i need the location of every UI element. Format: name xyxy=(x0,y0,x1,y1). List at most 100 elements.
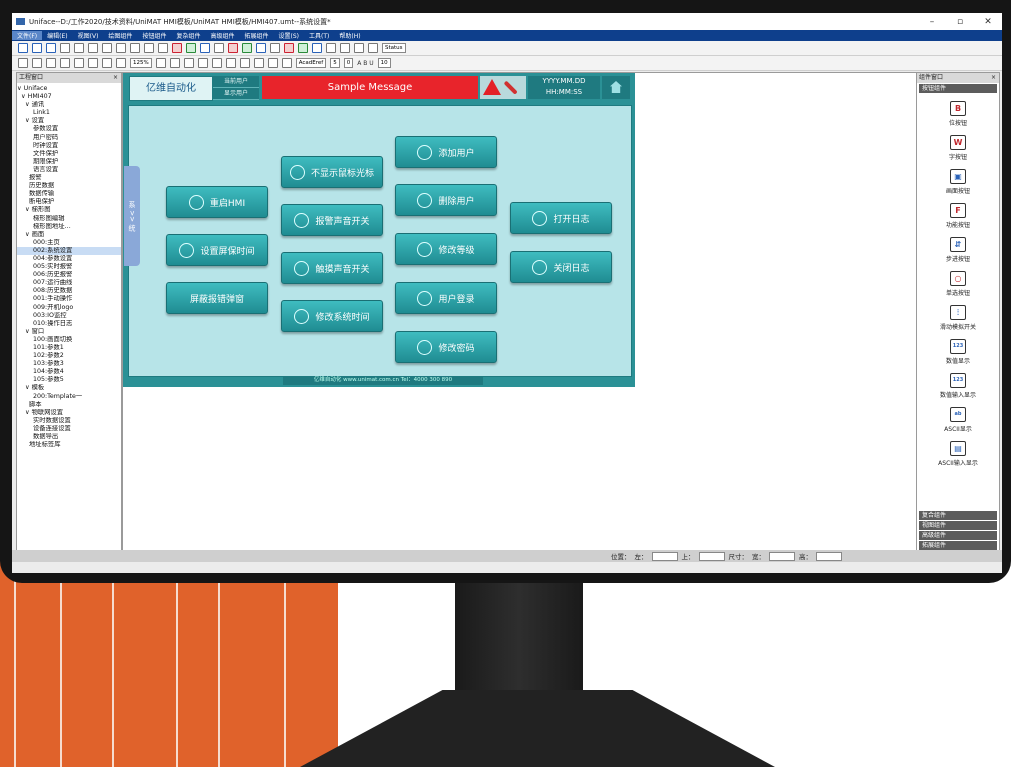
redo-icon[interactable] xyxy=(74,43,84,53)
menu-settings[interactable]: 设置(S) xyxy=(274,31,305,40)
grid-icon[interactable] xyxy=(270,43,280,53)
close-log-button[interactable]: 关闭日志 xyxy=(510,251,612,283)
line-width-select[interactable]: 0 xyxy=(343,58,354,68)
distribute-icon[interactable] xyxy=(267,58,278,68)
tree-item[interactable]: ∨ 物联网设置 xyxy=(17,409,121,417)
tree-item[interactable]: 007:运行曲线 xyxy=(17,279,121,287)
download-icon[interactable] xyxy=(200,43,210,53)
component-item[interactable]: 123 数值显示 xyxy=(917,339,999,365)
component-item[interactable]: W 字按钮 xyxy=(917,135,999,161)
same-size-icon[interactable] xyxy=(281,58,292,68)
tree-item[interactable]: 用户密码 xyxy=(17,134,121,142)
screensaver-button[interactable]: 设置屏保时间 xyxy=(166,234,268,266)
component-item[interactable]: ▣ 画面按钮 xyxy=(917,169,999,195)
home-button[interactable] xyxy=(602,76,630,99)
fill-icon[interactable] xyxy=(116,58,126,68)
monitor-icon[interactable] xyxy=(312,43,322,53)
tree-item[interactable]: 103:参数3 xyxy=(17,360,121,368)
tree-item[interactable]: 101:参数1 xyxy=(17,344,121,352)
component-item[interactable]: ab ASCII显示 xyxy=(917,407,999,433)
tree-item[interactable]: ∨ 模板 xyxy=(17,384,121,392)
component-item[interactable]: F 功能按钮 xyxy=(917,203,999,229)
tree-item[interactable]: 语言设置 xyxy=(17,166,121,174)
tree-item[interactable]: 梯形图地址… xyxy=(17,223,121,231)
chart-icon[interactable] xyxy=(242,43,252,53)
open-icon[interactable] xyxy=(32,43,42,53)
tree-item[interactable]: 005:实时报警 xyxy=(17,263,121,271)
component-item[interactable]: B 位按钮 xyxy=(917,101,999,127)
tree-item[interactable]: ∨ 画面 xyxy=(17,231,121,239)
tree-item[interactable]: ∨ 通讯 xyxy=(17,101,121,109)
cut-icon[interactable] xyxy=(88,43,98,53)
line-icon[interactable] xyxy=(18,58,28,68)
tree-item[interactable]: 104:参数4 xyxy=(17,368,121,376)
tree-item[interactable]: 期限保护 xyxy=(17,158,121,166)
new-icon[interactable] xyxy=(18,43,28,53)
text-icon[interactable] xyxy=(88,58,98,68)
menu-button-components[interactable]: 按钮组件 xyxy=(137,31,171,40)
menu-tools[interactable]: 工具(T) xyxy=(304,31,334,40)
zoom-select[interactable]: 125% xyxy=(130,58,152,68)
component-item[interactable]: ⇵ 步进按钮 xyxy=(917,237,999,263)
paste-icon[interactable] xyxy=(116,43,126,53)
tree-item[interactable]: ∨ 梯形图 xyxy=(17,206,121,214)
tree-item[interactable]: ∨ Uniface xyxy=(17,85,121,93)
record-icon[interactable] xyxy=(284,43,294,53)
menu-file[interactable]: 文件(F) xyxy=(12,31,43,40)
tree-item[interactable]: 脚本 xyxy=(17,401,121,409)
align-center-icon[interactable] xyxy=(169,58,180,68)
add-user-button[interactable]: 添加用户 xyxy=(395,136,497,168)
tree-item[interactable]: 000:主页 xyxy=(17,239,121,247)
tree-item[interactable]: 文件保护 xyxy=(17,150,121,158)
tree-item[interactable]: 003:IO监控 xyxy=(17,312,121,320)
hide-cursor-button[interactable]: 不显示鼠标光标 xyxy=(281,156,383,188)
tree-item[interactable]: 梯形图编辑 xyxy=(17,215,121,223)
tree-item[interactable]: 009:开机logo xyxy=(17,304,121,312)
modify-password-button[interactable]: 修改密码 xyxy=(395,331,497,363)
system-side-tab[interactable]: 系 >> 统 xyxy=(124,166,140,266)
tree-item[interactable]: 数据导出 xyxy=(17,433,121,441)
tree-item[interactable]: 100:画面切换 xyxy=(17,336,121,344)
font-select[interactable]: AcadEref xyxy=(295,58,327,68)
polygon-icon[interactable] xyxy=(74,58,84,68)
undo-icon[interactable] xyxy=(60,43,70,53)
align-left-icon[interactable] xyxy=(155,58,166,68)
section-button-components[interactable]: 按钮组件 xyxy=(919,84,997,93)
tree-item[interactable]: 010:操作日志 xyxy=(17,320,121,328)
tree-item[interactable]: ∨ 窗口 xyxy=(17,328,121,336)
arc-icon[interactable] xyxy=(32,58,42,68)
close-button[interactable]: ✕ xyxy=(974,17,1002,27)
category-item[interactable]: 高级组件 xyxy=(919,531,997,540)
align-right-icon[interactable] xyxy=(183,58,194,68)
menu-advanced[interactable]: 高级组件 xyxy=(205,31,239,40)
system-time-button[interactable]: 修改系统时间 xyxy=(281,300,383,332)
category-item[interactable]: 拓展组件 xyxy=(919,541,997,550)
tools-icon[interactable] xyxy=(326,43,336,53)
menu-help[interactable]: 帮助(H) xyxy=(334,31,365,40)
tree-item[interactable]: 时钟设置 xyxy=(17,142,121,150)
maximize-button[interactable]: ▫ xyxy=(946,17,974,27)
copy-icon[interactable] xyxy=(102,43,112,53)
touch-sound-button[interactable]: 触摸声音开关 xyxy=(281,252,383,284)
back-icon[interactable] xyxy=(253,58,264,68)
tree-item[interactable]: 地址标签库 xyxy=(17,441,121,449)
tree-item[interactable]: 004:参数设置 xyxy=(17,255,121,263)
zoom-icon[interactable] xyxy=(130,43,140,53)
tree-item[interactable]: 报警 xyxy=(17,174,121,182)
tree-item[interactable]: 006:历史报警 xyxy=(17,271,121,279)
tree-item[interactable]: 设备连接设置 xyxy=(17,425,121,433)
group-icon[interactable] xyxy=(211,58,222,68)
image-icon[interactable] xyxy=(102,58,112,68)
size-select[interactable]: 10 xyxy=(377,58,391,68)
open-log-button[interactable]: 打开日志 xyxy=(510,202,612,234)
tree-item[interactable]: Link1 xyxy=(17,109,121,117)
tree-item[interactable]: 数据传输 xyxy=(17,190,121,198)
layers-icon[interactable] xyxy=(354,43,364,53)
restart-hmi-button[interactable]: 重启HMI xyxy=(166,186,268,218)
tree-item[interactable]: 实时数据设置 xyxy=(17,417,121,425)
settings-icon[interactable] xyxy=(214,43,224,53)
status-field[interactable]: Status xyxy=(382,43,406,53)
user-login-button[interactable]: 用户登录 xyxy=(395,282,497,314)
component-item[interactable]: ○ 单选按钮 xyxy=(917,271,999,297)
tree-item[interactable]: 断电保护 xyxy=(17,198,121,206)
